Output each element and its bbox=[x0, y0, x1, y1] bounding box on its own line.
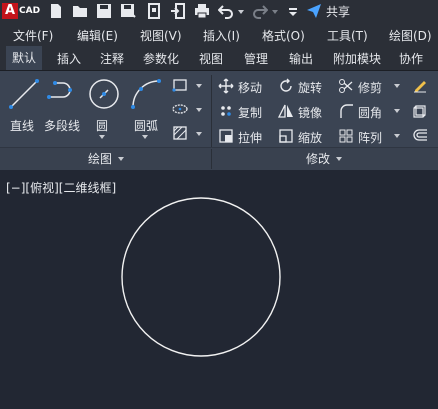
move-tool-label: 移动 bbox=[238, 81, 263, 95]
line-tool-button[interactable]: 直线 bbox=[6, 77, 42, 133]
copy-icon bbox=[221, 106, 231, 116]
line-icon bbox=[9, 79, 39, 109]
circle-dropdown-icon[interactable] bbox=[99, 135, 105, 139]
array-tool-label: 阵列 bbox=[358, 131, 383, 145]
trim-tool-label: 修剪 bbox=[358, 81, 383, 95]
modify-panel-expand-icon[interactable] bbox=[336, 157, 342, 161]
ribbon-tabs: 默认 插入 注释 参数化 视图 管理 输出 附加模块 协作 bbox=[0, 46, 438, 71]
viewport-controls-label[interactable]: [−][俯视][二维线框] bbox=[6, 179, 116, 196]
arc-tool-label: 圆弧 bbox=[134, 119, 159, 133]
draw-panel-title[interactable]: 绘图 bbox=[88, 150, 112, 167]
drawing-canvas[interactable] bbox=[0, 170, 438, 409]
menu-draw[interactable]: 绘图(D) bbox=[389, 27, 432, 44]
fillet-icon bbox=[340, 104, 353, 118]
panel-title-bar bbox=[0, 147, 438, 170]
tab-annotate[interactable]: 注释 bbox=[100, 50, 124, 67]
draw-panel-expand-icon[interactable] bbox=[118, 157, 124, 161]
tab-output[interactable]: 输出 bbox=[289, 50, 313, 67]
mirror-tool-label: 镜像 bbox=[298, 106, 323, 120]
undo-dropdown-icon[interactable] bbox=[238, 10, 244, 14]
menu-bar: 文件(F) 编辑(E) 视图(V) 插入(I) 格式(O) 工具(T) 绘图(D… bbox=[0, 22, 438, 46]
rectangle-dropdown-icon[interactable] bbox=[196, 84, 202, 88]
line-tool-label: 直线 bbox=[10, 119, 35, 133]
undo-icon[interactable] bbox=[218, 3, 234, 19]
menu-tools[interactable]: 工具(T) bbox=[327, 27, 368, 44]
menu-edit[interactable]: 编辑(E) bbox=[77, 27, 118, 44]
tab-default[interactable]: 默认 bbox=[6, 46, 43, 70]
polyline-icon bbox=[47, 81, 72, 99]
menu-view[interactable]: 视图(V) bbox=[140, 27, 182, 44]
customize-quick-access-icon[interactable] bbox=[288, 3, 298, 19]
copy-tool-label: 复制 bbox=[238, 106, 263, 120]
stretch-tool-label: 拉伸 bbox=[238, 131, 263, 145]
rectangle-icon[interactable] bbox=[172, 77, 188, 93]
logo-letter: A bbox=[2, 3, 18, 19]
rotate-tool-label: 旋转 bbox=[298, 81, 323, 95]
redo-icon[interactable] bbox=[252, 3, 268, 19]
ellipse-dropdown-icon[interactable] bbox=[196, 108, 202, 112]
tab-insert[interactable]: 插入 bbox=[57, 50, 81, 67]
tab-view[interactable]: 视图 bbox=[199, 50, 223, 67]
arc-dropdown-icon[interactable] bbox=[142, 135, 148, 139]
save-icon[interactable] bbox=[96, 3, 112, 19]
trim-dropdown-icon[interactable] bbox=[394, 84, 400, 88]
save-as-icon[interactable] bbox=[120, 3, 136, 19]
mirror-icon bbox=[278, 104, 293, 118]
publish-icon[interactable] bbox=[146, 3, 162, 19]
menu-file[interactable]: 文件(F) bbox=[13, 27, 53, 44]
new-file-icon[interactable] bbox=[48, 3, 64, 19]
explode-cube-icon[interactable] bbox=[412, 102, 428, 118]
polyline-tool-button[interactable]: 多段线 bbox=[44, 77, 84, 133]
menu-insert[interactable]: 插入(I) bbox=[203, 27, 240, 44]
tab-addins[interactable]: 附加模块 bbox=[333, 50, 381, 67]
offset-icon[interactable] bbox=[412, 127, 428, 143]
polyline-tool-label: 多段线 bbox=[44, 119, 81, 133]
quick-access-toolbar: A CAD 共享 bbox=[0, 0, 438, 22]
array-icon bbox=[339, 129, 353, 143]
scale-icon bbox=[279, 129, 293, 143]
stretch-icon bbox=[219, 129, 233, 143]
logo-text: CAD bbox=[19, 6, 41, 16]
menu-format[interactable]: 格式(O) bbox=[262, 27, 305, 44]
app-logo[interactable]: A CAD bbox=[0, 2, 40, 20]
drawn-circle[interactable] bbox=[121, 197, 281, 357]
hatch-dropdown-icon[interactable] bbox=[196, 132, 202, 136]
share-label[interactable]: 共享 bbox=[326, 3, 350, 19]
ribbon-panels: 直线 多段线 圆 圆弧 移动 旋转 修剪 复制 镜像 圆角 拉伸 缩放 阵列 绘… bbox=[0, 71, 438, 170]
panel-title-separator bbox=[211, 149, 212, 169]
fillet-tool-label: 圆角 bbox=[358, 106, 383, 120]
fillet-dropdown-icon[interactable] bbox=[394, 109, 400, 113]
scale-tool-label: 缩放 bbox=[298, 131, 323, 145]
move-icon bbox=[218, 78, 234, 94]
import-icon[interactable] bbox=[170, 3, 186, 19]
circle-icon bbox=[89, 79, 119, 109]
ellipse-icon[interactable] bbox=[172, 101, 188, 117]
tab-manage[interactable]: 管理 bbox=[244, 50, 268, 67]
tab-collaborate[interactable]: 协作 bbox=[399, 50, 423, 67]
open-folder-icon[interactable] bbox=[72, 3, 88, 19]
arc-tool-button[interactable]: 圆弧 bbox=[128, 77, 164, 139]
share-send-icon[interactable] bbox=[306, 3, 322, 19]
redo-dropdown-icon[interactable] bbox=[272, 10, 278, 14]
circle-tool-label: 圆 bbox=[96, 119, 109, 133]
trim-scissors-icon bbox=[339, 79, 353, 93]
plot-printer-icon[interactable] bbox=[194, 3, 210, 19]
rotate-icon bbox=[280, 78, 292, 92]
circle-tool-button[interactable]: 圆 bbox=[86, 77, 122, 139]
erase-pencil-icon[interactable] bbox=[412, 77, 428, 93]
modify-panel-title[interactable]: 修改 bbox=[306, 150, 330, 167]
array-dropdown-icon[interactable] bbox=[394, 134, 400, 138]
arc-icon bbox=[131, 79, 161, 109]
hatch-icon[interactable] bbox=[172, 125, 188, 141]
tab-parametric[interactable]: 参数化 bbox=[143, 50, 179, 67]
